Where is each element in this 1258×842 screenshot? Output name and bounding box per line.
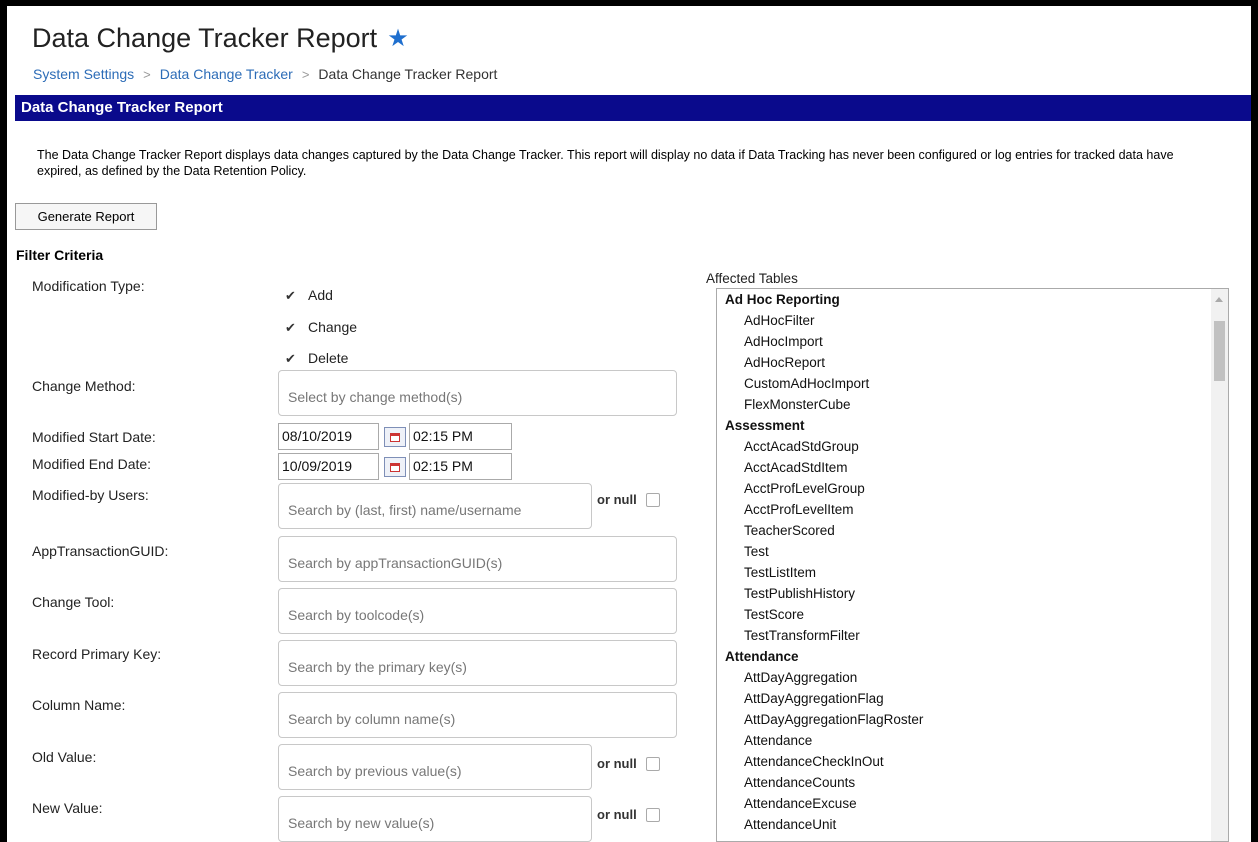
start-date-label: Modified Start Date: (32, 429, 156, 445)
table-list-item[interactable]: TestScore (717, 604, 1228, 625)
chevron-right-icon: > (143, 66, 151, 82)
table-list-item[interactable]: AttDayAggregation (717, 667, 1228, 688)
primary-key-input[interactable]: Search by the primary key(s) (278, 640, 677, 686)
scrollbar[interactable] (1211, 289, 1228, 841)
table-list-item[interactable]: AttendanceUnit (717, 814, 1228, 835)
or-null-label: or null (597, 492, 637, 507)
new-value-input[interactable]: Search by new value(s) (278, 796, 592, 842)
generate-report-button[interactable]: Generate Report (15, 203, 157, 230)
old-value-or-null: or null (597, 756, 660, 771)
affected-tables-label: Affected Tables (706, 271, 798, 286)
table-list-item[interactable]: AttendanceCheckInOut (717, 751, 1228, 772)
modified-by-or-null: or null (597, 492, 660, 507)
table-list-item[interactable]: AttDayAggregationFlagRoster (717, 709, 1228, 730)
new-value-or-null: or null (597, 807, 660, 822)
or-null-label: or null (597, 807, 637, 822)
calendar-icon[interactable] (384, 427, 406, 447)
or-null-checkbox[interactable] (645, 492, 660, 507)
checkmark-icon: ✔ (283, 287, 298, 303)
modification-type-label: Modification Type: (32, 278, 145, 294)
favorite-star-icon[interactable]: ★ (387, 26, 409, 51)
end-date-label: Modified End Date: (32, 456, 152, 472)
end-date-input[interactable]: 10/09/2019 (278, 453, 379, 480)
table-list-item[interactable]: TestTransformFilter (717, 625, 1228, 646)
table-list-item[interactable]: AdHocReport (717, 352, 1228, 373)
column-name-input[interactable]: Search by column name(s) (278, 692, 677, 738)
section-header: Data Change Tracker Report (15, 95, 1251, 121)
delete-checkbox[interactable]: ✔ Delete (283, 350, 348, 366)
change-tool-input[interactable]: Search by toolcode(s) (278, 588, 677, 634)
affected-tables-list[interactable]: Ad Hoc Reporting AdHocFilter AdHocImport Ad… (716, 288, 1229, 842)
chevron-right-icon: > (301, 66, 310, 82)
scrollbar-thumb[interactable] (1214, 321, 1225, 381)
or-null-checkbox[interactable] (645, 807, 660, 822)
modified-by-label: Modified-by Users: (32, 487, 149, 503)
breadcrumb-data-change-tracker[interactable]: Data Change Tracker (160, 66, 293, 82)
page-title: Data Change Tracker Report (32, 23, 378, 53)
add-label: Add (308, 287, 333, 303)
column-name-label: Column Name: (32, 697, 126, 713)
scroll-up-arrow-icon[interactable] (1215, 297, 1223, 302)
table-group-header[interactable]: Ad Hoc Reporting (717, 289, 1228, 310)
old-value-label: Old Value: (32, 749, 97, 765)
filter-criteria-heading: Filter Criteria (16, 247, 104, 263)
checkmark-icon: ✔ (283, 319, 298, 335)
breadcrumb-system-settings[interactable]: System Settings (33, 66, 134, 82)
breadcrumb: System Settings > Data Change Tracker > … (33, 66, 497, 82)
table-group-header[interactable]: Assessment (717, 415, 1228, 436)
table-list-item[interactable]: TestListItem (717, 562, 1228, 583)
start-date-input[interactable]: 08/10/2019 (278, 423, 379, 450)
modified-by-input[interactable]: Search by (last, first) name/username (278, 483, 592, 529)
add-checkbox[interactable]: ✔ Add (283, 287, 333, 303)
table-list-item[interactable]: AdHocFilter (717, 310, 1228, 331)
new-value-label: New Value: (32, 800, 103, 816)
table-list-item[interactable]: AcctAcadStdItem (717, 457, 1228, 478)
table-list-item[interactable]: AcctAcadStdGroup (717, 436, 1228, 457)
change-label: Change (308, 319, 358, 335)
page-title-row: Data Change Tracker Report ★ (32, 23, 409, 54)
table-list-item[interactable]: AttDayAggregationFlag (717, 688, 1228, 709)
table-list-item[interactable]: AdHocImport (717, 331, 1228, 352)
table-group-header[interactable]: Attendance (717, 646, 1228, 667)
or-null-label: or null (597, 756, 637, 771)
report-description: The Data Change Tracker Report displays … (37, 148, 1174, 178)
old-value-input[interactable]: Search by previous value(s) (278, 744, 592, 790)
breadcrumb-current: Data Change Tracker Report (318, 66, 498, 82)
table-list-item[interactable]: TestPublishHistory (717, 583, 1228, 604)
start-time-input[interactable]: 02:15 PM (409, 423, 512, 450)
guid-input[interactable]: Search by appTransactionGUID(s) (278, 536, 677, 582)
table-list-item[interactable]: AttendanceExcuse (717, 793, 1228, 814)
end-time-input[interactable]: 02:15 PM (409, 453, 512, 480)
table-list-item[interactable]: AcctProfLevelItem (717, 499, 1228, 520)
checkmark-icon: ✔ (283, 350, 298, 366)
change-tool-label: Change Tool: (32, 594, 115, 610)
table-list-item[interactable]: AttendanceCounts (717, 772, 1228, 793)
change-method-label: Change Method: (32, 378, 136, 394)
delete-label: Delete (308, 350, 349, 366)
affected-tables-items: Ad Hoc Reporting AdHocFilter AdHocImport Ad… (717, 289, 1228, 835)
or-null-checkbox[interactable] (645, 756, 660, 771)
table-list-item[interactable]: Attendance (717, 730, 1228, 751)
table-list-item[interactable]: AcctProfLevelGroup (717, 478, 1228, 499)
report-page: Data Change Tracker Report ★ System Sett… (7, 6, 1251, 842)
guid-label: AppTransactionGUID: (32, 543, 169, 559)
calendar-icon[interactable] (384, 457, 406, 477)
table-list-item[interactable]: FlexMonsterCube (717, 394, 1228, 415)
primary-key-label: Record Primary Key: (32, 646, 162, 662)
table-list-item[interactable]: CustomAdHocImport (717, 373, 1228, 394)
table-list-item[interactable]: TeacherScored (717, 520, 1228, 541)
table-list-item[interactable]: Test (717, 541, 1228, 562)
change-checkbox[interactable]: ✔ Change (283, 319, 357, 335)
change-method-input[interactable]: Select by change method(s) (278, 370, 677, 416)
